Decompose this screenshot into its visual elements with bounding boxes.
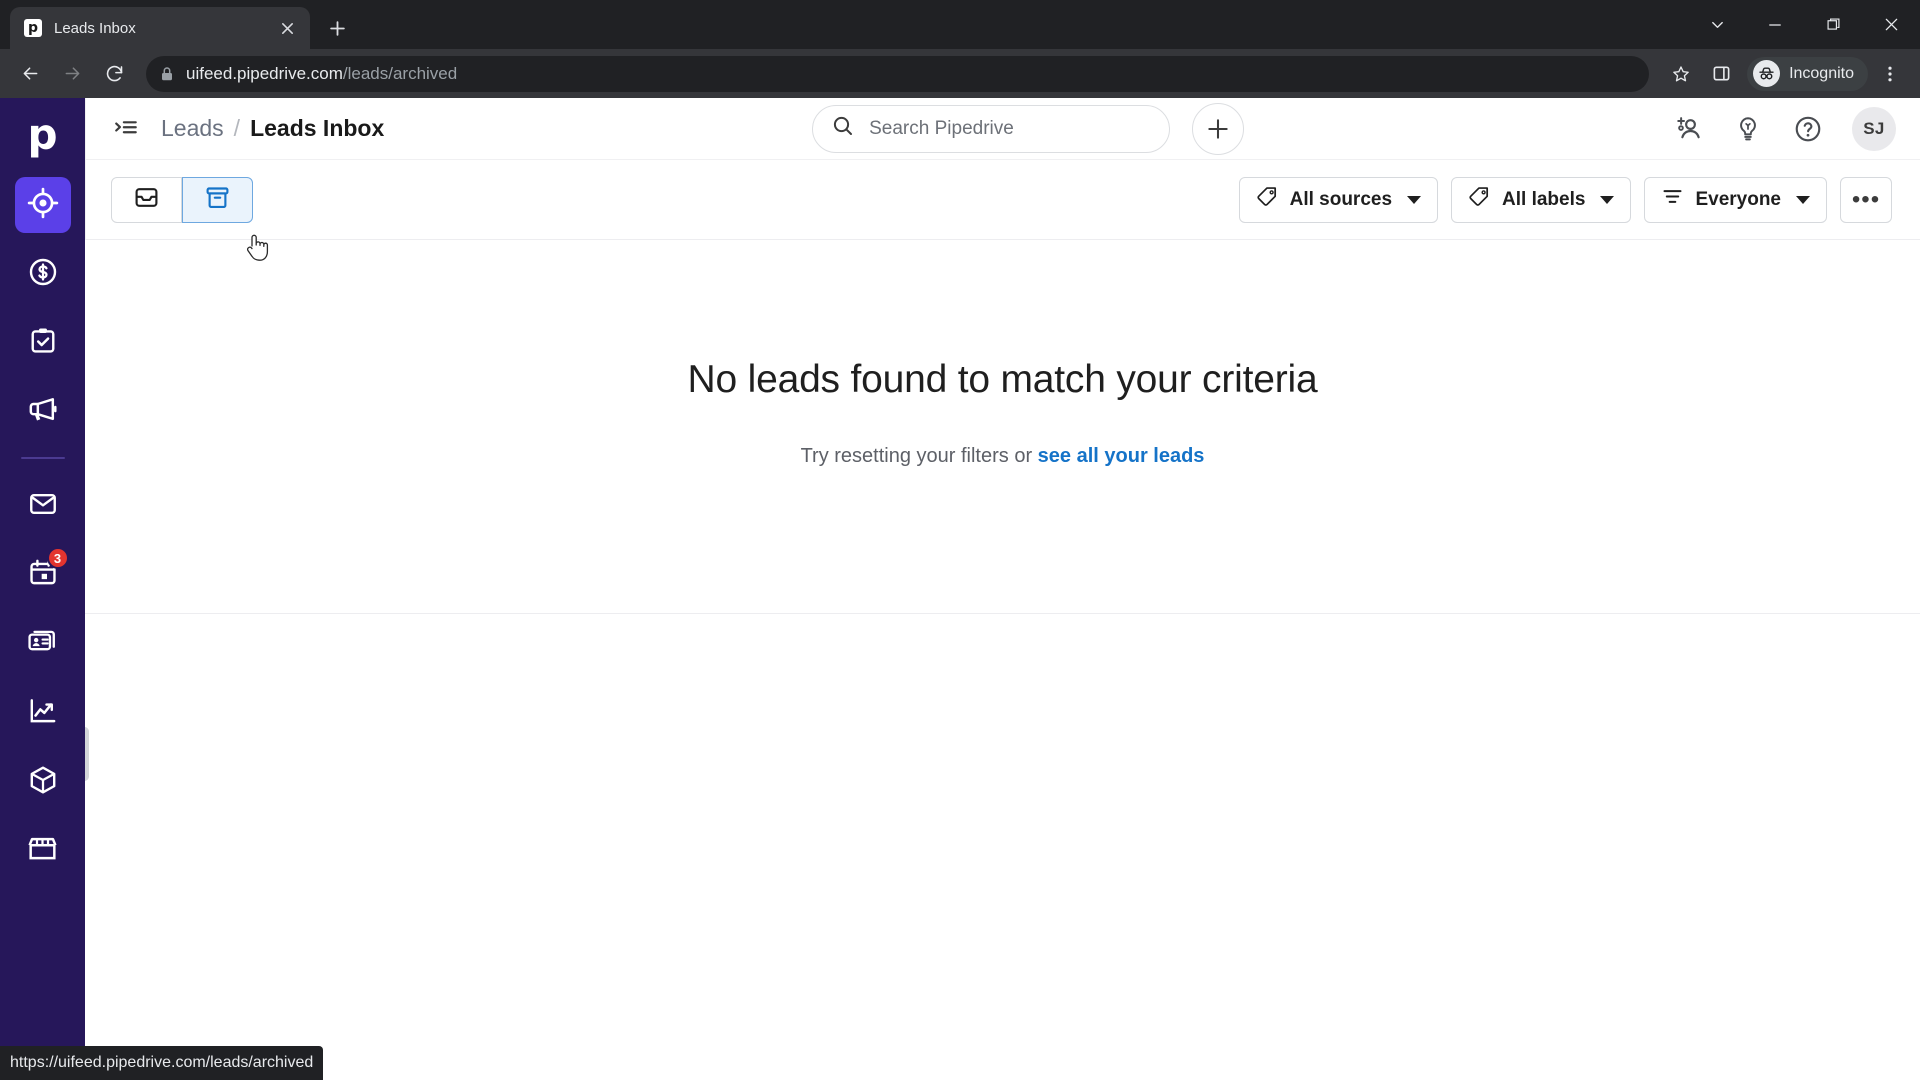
chevron-down-icon — [1600, 195, 1615, 204]
url-domain: uifeed.pipedrive.com — [186, 63, 343, 83]
megaphone-icon — [26, 393, 59, 431]
lock-icon — [160, 66, 174, 82]
leads-content: No leads found to match your criteria Tr… — [85, 240, 1920, 1080]
chevron-down-icon — [1796, 195, 1810, 204]
calendar-badge: 3 — [46, 547, 69, 569]
filter-group: All sources All labels Everyone ••• — [1238, 176, 1892, 223]
tab-strip: p Leads Inbox — [0, 0, 1920, 49]
sidebar-item-products[interactable] — [15, 754, 71, 810]
sidebar-item-insights[interactable] — [15, 685, 71, 741]
add-button[interactable] — [1192, 102, 1245, 155]
tab-archive[interactable] — [182, 176, 253, 223]
line-chart-icon — [27, 695, 59, 732]
page-title: Leads Inbox — [250, 115, 385, 141]
more-options-button[interactable]: ••• — [1840, 176, 1892, 223]
search-tabs-chevron-down-icon[interactable] — [1688, 0, 1746, 49]
window-controls — [1688, 0, 1920, 49]
filter-owner-label: Everyone — [1695, 188, 1781, 210]
sidebar-item-campaigns[interactable] — [15, 384, 71, 440]
browser-window: p Leads Inbox uifeed.pipedrive.com/leads… — [0, 0, 1920, 1080]
question-circle-icon[interactable] — [1792, 113, 1824, 145]
app-sidebar: p 3 — [0, 98, 85, 1080]
empty-state: No leads found to match your criteria Tr… — [85, 358, 1920, 468]
maximize-icon[interactable] — [1804, 0, 1862, 49]
sidebar-item-mail[interactable] — [15, 478, 71, 534]
sidebar-resize-handle[interactable] — [85, 727, 89, 781]
omnibox-actions: Incognito — [1663, 56, 1908, 92]
breadcrumb-parent[interactable]: Leads — [161, 115, 224, 142]
empty-state-subtitle: Try resetting your filters or see all yo… — [801, 445, 1205, 468]
forward-icon[interactable] — [54, 56, 90, 92]
search-icon — [831, 114, 855, 143]
back-icon[interactable] — [12, 56, 48, 92]
sidebar-item-contacts[interactable] — [15, 616, 71, 672]
leads-toolbar: All sources All labels Everyone ••• — [85, 160, 1920, 240]
incognito-label: Incognito — [1789, 64, 1854, 82]
envelope-icon — [27, 488, 59, 525]
minimize-icon[interactable] — [1746, 0, 1804, 49]
sidebar-item-leads[interactable] — [14, 177, 71, 233]
tag-icon — [1256, 185, 1279, 214]
empty-state-title: No leads found to match your criteria — [687, 358, 1318, 401]
content-divider — [85, 613, 1920, 614]
pipedrive-app: p 3 Leads / Leads Inbox Search Pipedrive… — [0, 98, 1920, 1080]
inbox-icon — [133, 184, 160, 216]
dollar-circle-icon — [27, 256, 59, 293]
clipboard-check-icon — [27, 325, 59, 362]
expand-sidebar-icon[interactable] — [109, 112, 143, 146]
lightbulb-icon[interactable] — [1732, 113, 1764, 145]
avatar[interactable]: SJ — [1852, 106, 1896, 151]
browser-tab[interactable]: p Leads Inbox — [10, 7, 310, 49]
bookmark-star-icon[interactable] — [1663, 56, 1699, 92]
search-input[interactable]: Search Pipedrive — [869, 118, 1014, 140]
filter-owner[interactable]: Everyone — [1644, 176, 1827, 223]
add-user-icon[interactable] — [1672, 113, 1704, 145]
sidebar-item-marketplace[interactable] — [15, 823, 71, 879]
chrome-menu-icon[interactable] — [1872, 56, 1908, 92]
filter-all-sources[interactable]: All sources — [1238, 176, 1439, 223]
search-box[interactable]: Search Pipedrive — [812, 104, 1171, 153]
url-text: uifeed.pipedrive.com/leads/archived — [186, 64, 457, 84]
sidebar-divider — [20, 457, 65, 459]
archive-icon — [204, 184, 231, 216]
close-window-icon[interactable] — [1862, 0, 1920, 49]
filter-all-sources-label: All sources — [1289, 188, 1393, 210]
incognito-badge[interactable]: Incognito — [1747, 56, 1868, 91]
pipedrive-favicon: p — [24, 19, 42, 37]
empty-state-subtitle-text: Try resetting your filters or — [800, 445, 1038, 467]
url-path: /leads/archived — [342, 63, 458, 83]
address-bar[interactable]: uifeed.pipedrive.com/leads/archived — [146, 55, 1650, 92]
header-center: Search Pipedrive — [384, 102, 1672, 155]
tab-inbox[interactable] — [111, 176, 182, 223]
sidebar-item-deals[interactable] — [15, 246, 71, 302]
status-bar: https://uifeed.pipedrive.com/leads/archi… — [0, 1046, 324, 1080]
box-icon — [27, 764, 59, 801]
side-panel-icon[interactable] — [1703, 56, 1739, 92]
chevron-down-icon — [1407, 195, 1422, 204]
header-actions: SJ — [1672, 106, 1896, 151]
reload-icon[interactable] — [96, 56, 132, 92]
filter-icon — [1661, 185, 1684, 214]
incognito-icon — [1753, 60, 1781, 87]
pipedrive-logo-icon[interactable]: p — [0, 106, 85, 164]
filter-all-labels-label: All labels — [1502, 188, 1586, 210]
breadcrumb-separator: / — [233, 115, 241, 141]
new-tab-icon[interactable] — [320, 11, 354, 45]
storefront-icon — [26, 832, 59, 870]
breadcrumb: Leads / Leads Inbox — [161, 115, 384, 142]
sidebar-item-activities[interactable] — [15, 315, 71, 371]
app-header: Leads / Leads Inbox Search Pipedrive SJ — [85, 98, 1920, 160]
target-icon — [26, 186, 60, 225]
browser-toolbar: uifeed.pipedrive.com/leads/archived Inco… — [0, 49, 1920, 98]
filter-all-labels[interactable]: All labels — [1451, 176, 1632, 223]
see-all-leads-link[interactable]: see all your leads — [1038, 445, 1205, 467]
app-main-panel: Leads / Leads Inbox Search Pipedrive SJ … — [85, 98, 1920, 1080]
sidebar-item-calendar[interactable]: 3 — [15, 547, 71, 603]
contact-cards-icon — [26, 625, 59, 663]
view-switcher — [111, 176, 253, 223]
tag-icon — [1468, 185, 1491, 214]
tab-title: Leads Inbox — [54, 19, 136, 37]
close-tab-icon[interactable] — [274, 15, 300, 41]
